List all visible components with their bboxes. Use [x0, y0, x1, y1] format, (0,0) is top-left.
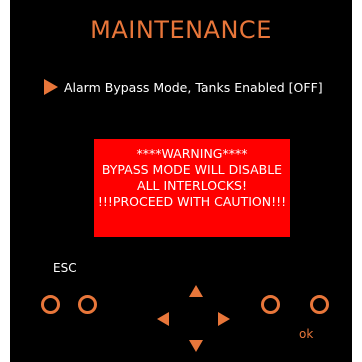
- warning-line: ALL INTERLOCKS!: [137, 178, 247, 193]
- warning-banner: ****WARNING**** BYPASS MODE WILL DISABLE…: [94, 139, 290, 237]
- page-title: MAINTENANCE: [90, 16, 272, 44]
- hmi-device: MAINTENANCE Alarm Bypass Mode, Tanks Ena…: [10, 0, 352, 362]
- alarm-bypass-menu-item[interactable]: Alarm Bypass Mode, Tanks Enabled [OFF]: [44, 76, 344, 98]
- ok-label: ok: [299, 327, 314, 341]
- soft-key-3-button[interactable]: [261, 295, 280, 314]
- alarm-bypass-label: Alarm Bypass Mode, Tanks Enabled [OFF]: [64, 79, 323, 95]
- arrow-down-icon[interactable]: [189, 340, 203, 352]
- warning-line: !!!PROCEED WITH CAUTION!!!: [97, 194, 287, 209]
- arrow-up-icon[interactable]: [189, 285, 203, 297]
- arrow-right-icon: [44, 79, 58, 95]
- warning-line: BYPASS MODE WILL DISABLE: [101, 162, 283, 177]
- esc-button[interactable]: [41, 295, 60, 314]
- display-screen: MAINTENANCE Alarm Bypass Mode, Tanks Ena…: [10, 0, 352, 278]
- soft-key-2-button[interactable]: [78, 295, 97, 314]
- ok-button[interactable]: [310, 295, 329, 314]
- esc-label: ESC: [53, 261, 77, 275]
- warning-line: ****WARNING****: [136, 146, 248, 161]
- arrow-left-icon[interactable]: [157, 312, 169, 326]
- arrow-right-icon[interactable]: [218, 312, 230, 326]
